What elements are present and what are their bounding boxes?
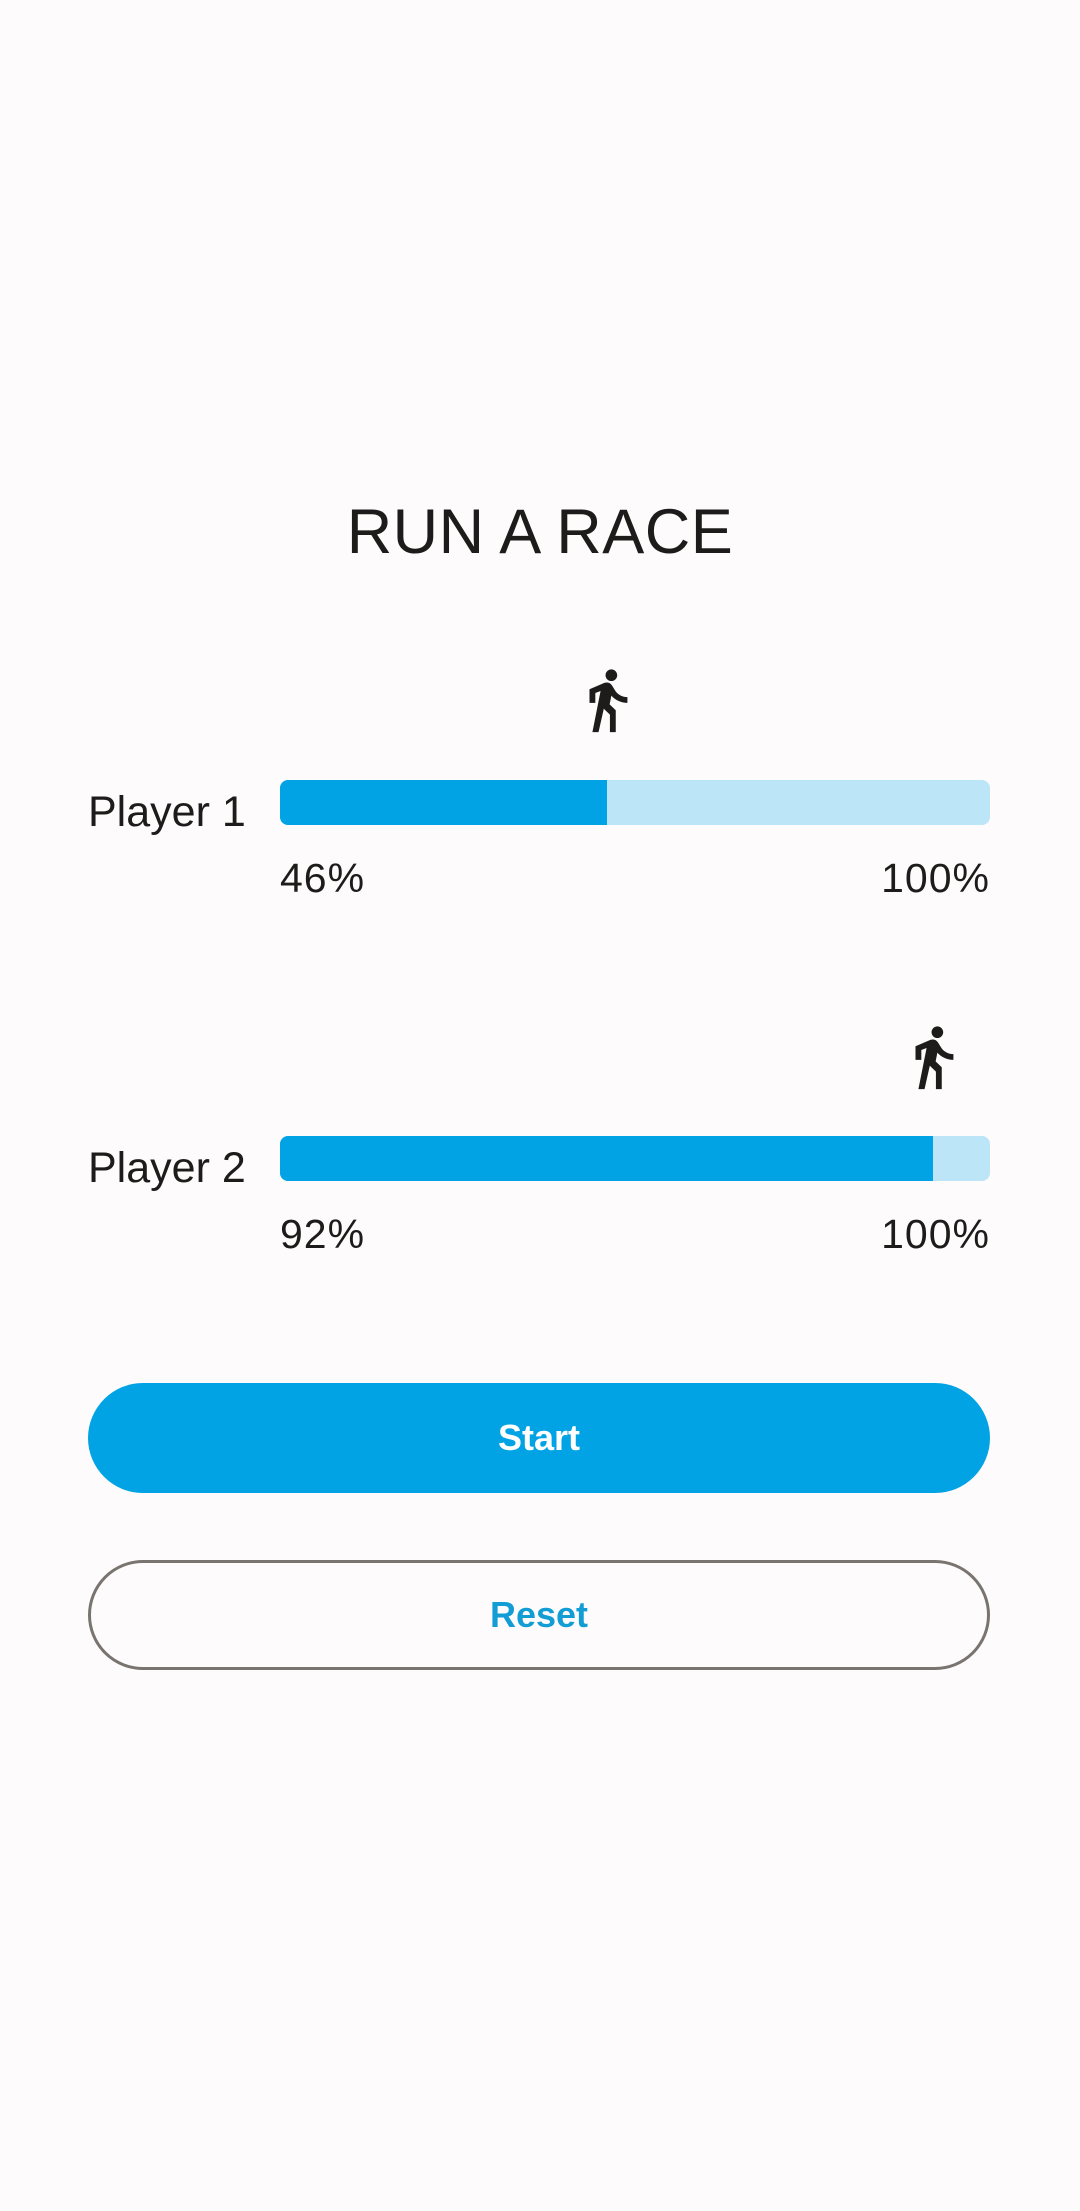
player-1-progress-value: 46% xyxy=(280,855,366,901)
walking-person-icon xyxy=(898,1005,968,1109)
player-1-progress-max: 100% xyxy=(881,855,990,901)
page-title: RUN A RACE xyxy=(346,497,734,567)
reset-button[interactable]: Reset xyxy=(88,1560,990,1670)
player-2-label: Player 2 xyxy=(88,1144,246,1192)
player-1-label: Player 1 xyxy=(88,788,246,836)
player-1-progress-fill xyxy=(280,780,607,825)
reset-button-label: Reset xyxy=(489,1594,589,1635)
player-2-progress-fill xyxy=(280,1136,934,1181)
start-button[interactable]: Start xyxy=(88,1383,990,1493)
walking-person-icon xyxy=(572,648,642,752)
player-1-progress-bar xyxy=(280,780,990,825)
player-2-progress-bar xyxy=(280,1136,990,1181)
player-2-progress-value: 92% xyxy=(280,1211,366,1257)
start-button-label: Start xyxy=(497,1417,581,1458)
player-2-progress-max: 100% xyxy=(881,1211,990,1257)
